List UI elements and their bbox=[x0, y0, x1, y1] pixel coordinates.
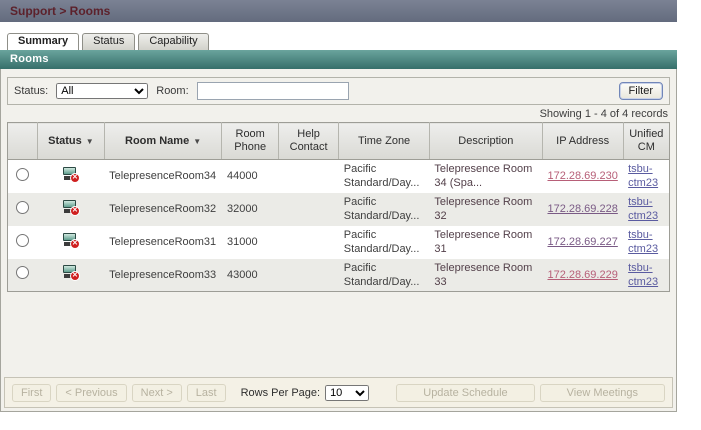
room-filter-input[interactable] bbox=[196, 82, 349, 100]
row-select-radio[interactable] bbox=[16, 266, 30, 280]
unified-cm-link[interactable]: ctm23 bbox=[628, 242, 664, 256]
unified-cm-cell: tsbu-ctm23 bbox=[623, 192, 670, 226]
col-ip-address: IP Address bbox=[542, 122, 624, 160]
unified-cm-link[interactable]: tsbu- bbox=[628, 195, 664, 209]
room-status-error-icon bbox=[62, 199, 80, 216]
tab-capability[interactable]: Capability bbox=[138, 33, 209, 50]
room-name-cell: TelepresenceRoom31 bbox=[109, 236, 217, 248]
pagination-bar: First < Previous Next > Last Rows Per Pa… bbox=[4, 377, 673, 408]
time-zone-cell: Pacific Standard/Day... bbox=[343, 163, 420, 190]
room-phone-cell: 43000 bbox=[221, 258, 279, 292]
first-page-button[interactable]: First bbox=[12, 383, 52, 402]
next-page-button[interactable]: Next > bbox=[131, 383, 182, 402]
col-room-name[interactable]: Room Name ▼ bbox=[104, 122, 223, 160]
description-cell: Telepresence Room 31 bbox=[434, 229, 533, 255]
ip-address-link[interactable]: 172.28.69.227 bbox=[547, 236, 617, 248]
titlebar-gap bbox=[0, 22, 701, 33]
update-schedule-button[interactable]: Update Schedule bbox=[396, 383, 535, 402]
room-name-cell: TelepresenceRoom34 bbox=[109, 170, 217, 183]
col-time-zone: Time Zone bbox=[338, 122, 430, 160]
tab-bar: Summary Status Capability bbox=[0, 33, 701, 50]
rows-per-page-label: Rows Per Page: bbox=[240, 386, 321, 399]
tab-status[interactable]: Status bbox=[82, 33, 136, 50]
room-status-error-icon bbox=[62, 264, 80, 282]
breadcrumb: Support > Rooms bbox=[0, 0, 677, 22]
row-select-radio[interactable] bbox=[16, 200, 30, 214]
row-select-radio[interactable] bbox=[16, 233, 30, 247]
col-room-phone: Room Phone bbox=[221, 122, 279, 160]
description-cell: Telepresence Room 33 bbox=[429, 258, 543, 292]
sort-desc-icon[interactable]: ▼ bbox=[193, 137, 201, 146]
last-page-button[interactable]: Last bbox=[186, 383, 226, 402]
panel-empty-space bbox=[1, 292, 676, 377]
sort-desc-icon[interactable]: ▼ bbox=[86, 137, 94, 146]
room-name-cell: TelepresenceRoom32 bbox=[104, 192, 222, 226]
room-filter-label: Room: bbox=[156, 85, 189, 97]
time-zone-cell: Pacific Standard/Day... bbox=[338, 258, 430, 292]
room-phone-cell: 31000 bbox=[226, 236, 258, 248]
description-cell: Telepresence Room 34 (Spa... bbox=[434, 163, 533, 190]
unified-cm-link[interactable]: tsbu- bbox=[628, 261, 664, 275]
description-cell: Telepresence Room 32 bbox=[429, 192, 543, 226]
table-row: TelepresenceRoom31 31000 PacificStandard… bbox=[8, 226, 670, 259]
tab-summary[interactable]: Summary bbox=[7, 33, 80, 50]
room-name-cell: TelepresenceRoom33 bbox=[104, 258, 222, 292]
table-header-row: Status ▼ Room Name ▼ Room Phone Help Conta… bbox=[7, 122, 670, 160]
col-description: Description bbox=[429, 122, 543, 160]
records-count-text: Showing 1 - 4 of 4 records bbox=[539, 108, 668, 120]
room-status-error-icon bbox=[62, 232, 80, 249]
unified-cm-link[interactable]: ctm23 bbox=[628, 275, 664, 289]
unified-cm-link[interactable]: tsbu- bbox=[628, 162, 664, 176]
table-row: TelepresenceRoom34 44000 PacificStandard… bbox=[8, 160, 670, 193]
content-panel: Status: All Room: Filter Showing 1 - 4 o… bbox=[0, 69, 677, 412]
col-help-contact: Help Contact bbox=[278, 122, 340, 160]
col-unified-cm: Unified CM bbox=[623, 122, 670, 160]
unified-cm-cell: tsbu-ctm23 bbox=[623, 160, 669, 193]
status-filter-select[interactable]: All bbox=[56, 83, 149, 99]
unified-cm-link[interactable]: ctm23 bbox=[628, 176, 664, 190]
table-row: TelepresenceRoom33 43000 PacificStandard… bbox=[7, 258, 670, 292]
room-phone-cell: 44000 bbox=[226, 170, 258, 183]
help-contact-cell bbox=[278, 160, 338, 193]
table-row: TelepresenceRoom32 32000 PacificStandard… bbox=[7, 192, 670, 226]
rows-per-page-select[interactable]: 10 bbox=[325, 384, 370, 401]
col-select bbox=[7, 122, 39, 160]
ip-address-link[interactable]: 172.28.69.230 bbox=[547, 170, 617, 182]
section-header: Rooms bbox=[0, 50, 677, 69]
row-select-radio[interactable] bbox=[16, 167, 30, 181]
unified-cm-cell: tsbu-ctm23 bbox=[623, 226, 669, 259]
help-contact-cell bbox=[278, 258, 339, 292]
room-phone-cell: 32000 bbox=[221, 192, 279, 226]
filter-bar: Status: All Room: Filter bbox=[7, 77, 670, 105]
unified-cm-link[interactable]: tsbu- bbox=[628, 228, 664, 242]
filter-button[interactable]: Filter bbox=[618, 82, 663, 100]
help-contact-cell bbox=[278, 192, 339, 226]
room-status-error-icon bbox=[62, 166, 80, 183]
previous-page-button[interactable]: < Previous bbox=[56, 383, 127, 402]
ip-address-link[interactable]: 172.28.69.228 bbox=[547, 203, 617, 215]
view-meetings-button[interactable]: View Meetings bbox=[539, 383, 665, 402]
status-filter-label: Status: bbox=[14, 85, 49, 97]
ip-address-link[interactable]: 172.28.69.229 bbox=[547, 269, 617, 281]
rooms-table: Status ▼ Room Name ▼ Room Phone Help Conta… bbox=[7, 122, 670, 292]
unified-cm-link[interactable]: ctm23 bbox=[628, 209, 664, 223]
time-zone-cell: Pacific Standard/Day... bbox=[338, 192, 430, 226]
help-contact-cell bbox=[278, 226, 338, 259]
time-zone-cell: Pacific Standard/Day... bbox=[343, 229, 420, 255]
col-status[interactable]: Status ▼ bbox=[37, 122, 105, 160]
unified-cm-cell: tsbu-ctm23 bbox=[623, 258, 670, 292]
